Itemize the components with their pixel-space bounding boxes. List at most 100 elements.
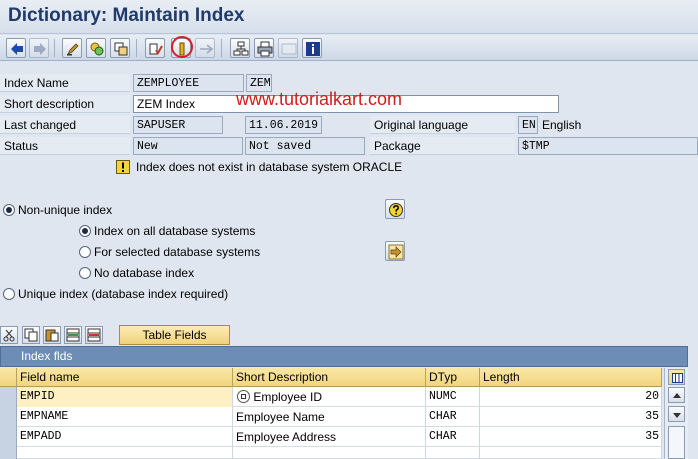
- status-label: Status: [0, 137, 130, 155]
- check-button[interactable]: [145, 38, 165, 58]
- row-selector[interactable]: [0, 387, 17, 407]
- edit-icon: [67, 43, 79, 56]
- table-fields-button[interactable]: Table Fields: [119, 325, 230, 345]
- table-scrollbar[interactable]: [664, 368, 688, 459]
- column-header-dtyp[interactable]: DTyp: [426, 368, 480, 387]
- scroll-up-button[interactable]: [668, 387, 685, 403]
- paste-icon: [45, 329, 59, 342]
- title-bar: Dictionary: Maintain Index: [0, 0, 698, 34]
- warning-message: Index does not exist in database system …: [136, 160, 403, 174]
- table-row[interactable]: EMPID Employee ID NUMC 20: [0, 387, 662, 407]
- radio-label: Unique index (database index required): [18, 287, 229, 301]
- row-selector[interactable]: [0, 407, 17, 427]
- delete-row-button[interactable]: [85, 326, 103, 344]
- cut-button[interactable]: [0, 326, 18, 344]
- forward-button[interactable]: [29, 38, 49, 58]
- blank-icon: [281, 43, 297, 55]
- dtyp-cell: CHAR: [426, 407, 480, 427]
- radio-dot: [79, 267, 91, 279]
- chevron-down-icon: [673, 413, 681, 418]
- column-settings-button[interactable]: [668, 369, 685, 385]
- dtyp-cell: [426, 447, 480, 459]
- last-changed-date-field: 11.06.2019: [245, 116, 322, 134]
- display-change-button[interactable]: [86, 38, 106, 58]
- field-name-cell[interactable]: EMPID: [17, 387, 233, 407]
- field-name-cell[interactable]: [17, 447, 233, 459]
- copy-icon: [24, 328, 38, 342]
- where-used-icon: [200, 44, 214, 54]
- length-cell: 35: [480, 407, 662, 427]
- scroll-down-button[interactable]: [668, 406, 685, 422]
- table-row[interactable]: [0, 447, 662, 459]
- chevron-up-icon: [673, 393, 681, 398]
- short-description-cell: Employee Name: [233, 407, 426, 427]
- field-name-cell[interactable]: EMPNAME: [17, 407, 233, 427]
- paste-button[interactable]: [43, 326, 61, 344]
- radio-label: No database index: [94, 266, 195, 280]
- short-description-cell: [233, 447, 426, 459]
- radio-dot: [79, 246, 91, 258]
- display-change-icon: [90, 42, 104, 56]
- short-description-cell: Employee ID: [233, 387, 426, 407]
- hierarchy-icon: [233, 41, 249, 56]
- table-row[interactable]: EMPADD Employee Address CHAR 35: [0, 427, 662, 447]
- forward-icon: [34, 43, 46, 55]
- toolbar-separator: [221, 39, 222, 57]
- field-name-cell[interactable]: EMPADD: [17, 427, 233, 447]
- radio-dot-selected: [3, 204, 15, 216]
- print-button[interactable]: [254, 38, 274, 58]
- package-field: $TMP: [518, 137, 698, 155]
- check-icon: [149, 43, 163, 55]
- help-icon: [389, 203, 403, 217]
- table-header: Field name Short Description DTyp Length: [0, 368, 662, 387]
- back-button[interactable]: [6, 38, 26, 58]
- radio-label: For selected database systems: [94, 245, 261, 259]
- short-description-label: Short description: [0, 95, 130, 113]
- insert-row-button[interactable]: [64, 326, 82, 344]
- radio-label: Index on all database systems: [94, 224, 256, 238]
- value-help-icon[interactable]: [237, 390, 250, 403]
- select-all-cell[interactable]: [0, 368, 17, 387]
- short-description-cell: Employee Address: [233, 427, 426, 447]
- page-title: Dictionary: Maintain Index: [8, 5, 245, 26]
- insert-row-icon: [66, 328, 80, 342]
- blank-button[interactable]: [278, 38, 298, 58]
- help-button[interactable]: [385, 199, 405, 219]
- save-status-field: Not saved: [245, 137, 365, 155]
- edit-button[interactable]: [62, 38, 82, 58]
- table-row[interactable]: EMPNAME Employee Name CHAR 35: [0, 407, 662, 427]
- table-settings-icon: [672, 373, 683, 383]
- scroll-thumb[interactable]: [668, 426, 685, 459]
- column-header-short-description[interactable]: Short Description: [233, 368, 426, 387]
- warning-icon: [116, 160, 130, 174]
- length-cell: 35: [480, 427, 662, 447]
- dtyp-cell: CHAR: [426, 427, 480, 447]
- original-language-code-field: EN: [518, 116, 538, 134]
- hierarchy-button[interactable]: [230, 38, 250, 58]
- print-icon: [257, 41, 273, 57]
- table-title: Index flds: [0, 346, 688, 367]
- select-db-systems-button[interactable]: [385, 241, 405, 261]
- delete-row-icon: [87, 328, 101, 342]
- radio-dot: [3, 288, 15, 300]
- index-name-field: ZEMPLOYEE: [133, 74, 244, 92]
- last-changed-user-field: SAPUSER: [133, 116, 223, 134]
- copy-button[interactable]: [22, 326, 40, 344]
- row-selector[interactable]: [0, 427, 17, 447]
- radio-label: Non-unique index: [18, 203, 113, 217]
- status-field: New: [133, 137, 243, 155]
- info-button[interactable]: [302, 38, 322, 58]
- length-cell: [480, 447, 662, 459]
- column-header-field-name[interactable]: Field name: [17, 368, 233, 387]
- cut-icon: [3, 329, 15, 342]
- other-object-button[interactable]: [110, 38, 130, 58]
- column-header-length[interactable]: Length: [480, 368, 662, 387]
- other-object-icon: [114, 42, 128, 56]
- application-toolbar: [0, 35, 698, 61]
- radio-dot-selected: [79, 225, 91, 237]
- row-selector[interactable]: [0, 447, 17, 459]
- length-cell: 20: [480, 387, 662, 407]
- where-used-button[interactable]: [195, 38, 215, 58]
- arrow-right-icon: [388, 244, 404, 260]
- index-name-label: Index Name: [0, 74, 130, 92]
